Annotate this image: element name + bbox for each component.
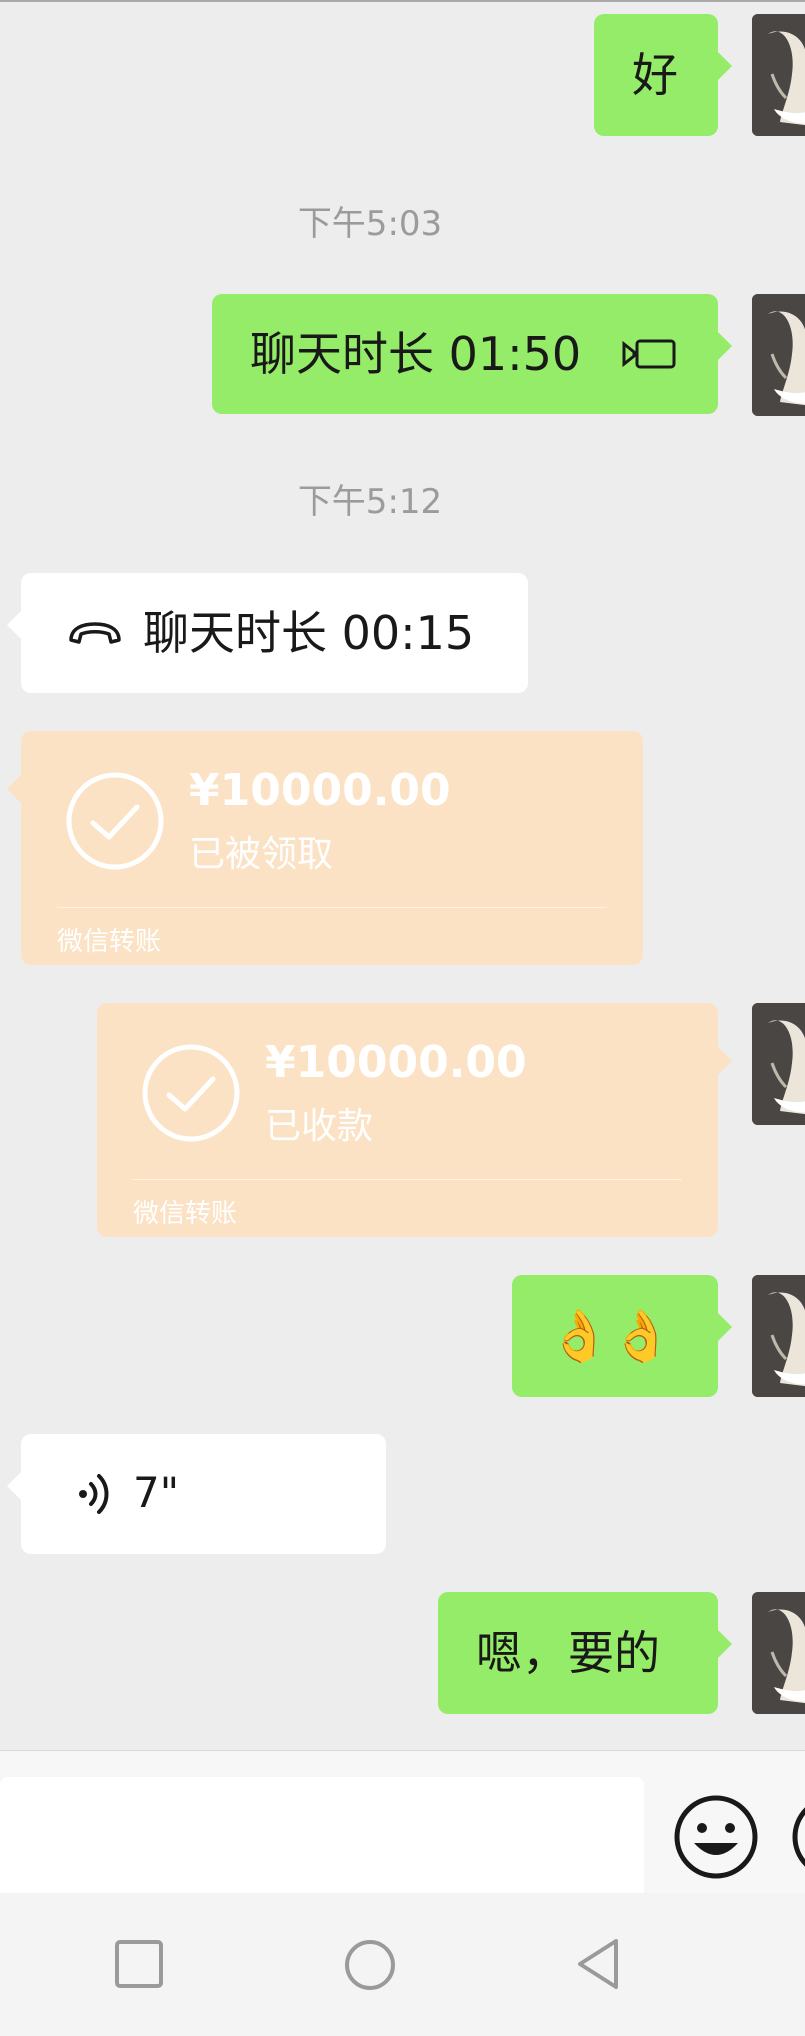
avatar[interactable] xyxy=(752,14,805,136)
transfer-amount: ¥10000.00 xyxy=(189,765,451,816)
timestamp: 下午5:12 xyxy=(297,482,443,522)
sent-message-bubble[interactable]: 👌👌 xyxy=(512,1275,732,1397)
timestamp: 下午5:03 xyxy=(297,204,443,244)
square-nav-icon[interactable] xyxy=(114,1939,164,1989)
voice-wave-icon xyxy=(79,1474,109,1514)
check-circle-icon xyxy=(66,772,164,870)
call-duration-text: 聊天时长 01:50 xyxy=(250,327,582,381)
emoji-icon[interactable] xyxy=(672,1793,760,1881)
transfer-status: 已被领取 xyxy=(189,834,334,875)
system-navigation-bar xyxy=(0,1893,805,2036)
transfer-status: 已收款 xyxy=(265,1106,374,1147)
video-call-icon xyxy=(622,339,676,369)
message-text: 好 xyxy=(632,48,678,102)
divider xyxy=(57,907,607,908)
avatar[interactable] xyxy=(752,1275,805,1397)
message-input[interactable] xyxy=(0,1777,644,1897)
input-bar xyxy=(0,1750,805,1897)
call-duration-text: 聊天时长 00:15 xyxy=(143,606,475,660)
avatar[interactable] xyxy=(752,294,805,416)
video-call-record[interactable]: 聊天时长 01:50 xyxy=(212,294,732,414)
circle-nav-icon[interactable] xyxy=(343,1938,397,1992)
avatar[interactable] xyxy=(752,1592,805,1714)
transfer-card-collected[interactable]: ¥10000.00 已收款 微信转账 xyxy=(97,1003,732,1237)
voice-message[interactable]: 7" xyxy=(7,1434,386,1554)
voice-call-record[interactable]: 聊天时长 00:15 xyxy=(7,573,528,693)
phone-icon xyxy=(69,622,121,644)
back-nav-icon[interactable] xyxy=(574,1937,622,1991)
transfer-footer-label: 微信转账 xyxy=(133,1199,238,1229)
chat-area[interactable]: 好 下午5:03 聊天时长 01:50 下午5:12 聊天时长 00:15 ¥1… xyxy=(0,0,805,1750)
transfer-amount: ¥10000.00 xyxy=(265,1037,527,1088)
check-circle-icon xyxy=(142,1044,240,1142)
transfer-footer-label: 微信转账 xyxy=(57,927,162,957)
message-text: 嗯，要的 xyxy=(476,1626,660,1680)
transfer-card-received[interactable]: ¥10000.00 已被领取 微信转账 xyxy=(7,731,643,965)
sent-message-bubble[interactable]: 好 xyxy=(594,14,732,136)
plus-icon[interactable] xyxy=(790,1793,805,1881)
avatar[interactable] xyxy=(752,1003,805,1125)
voice-duration: 7" xyxy=(133,1468,180,1517)
sent-message-bubble[interactable]: 嗯，要的 xyxy=(438,1592,732,1714)
divider xyxy=(133,1179,682,1180)
emoji-text: 👌👌 xyxy=(548,1307,673,1365)
